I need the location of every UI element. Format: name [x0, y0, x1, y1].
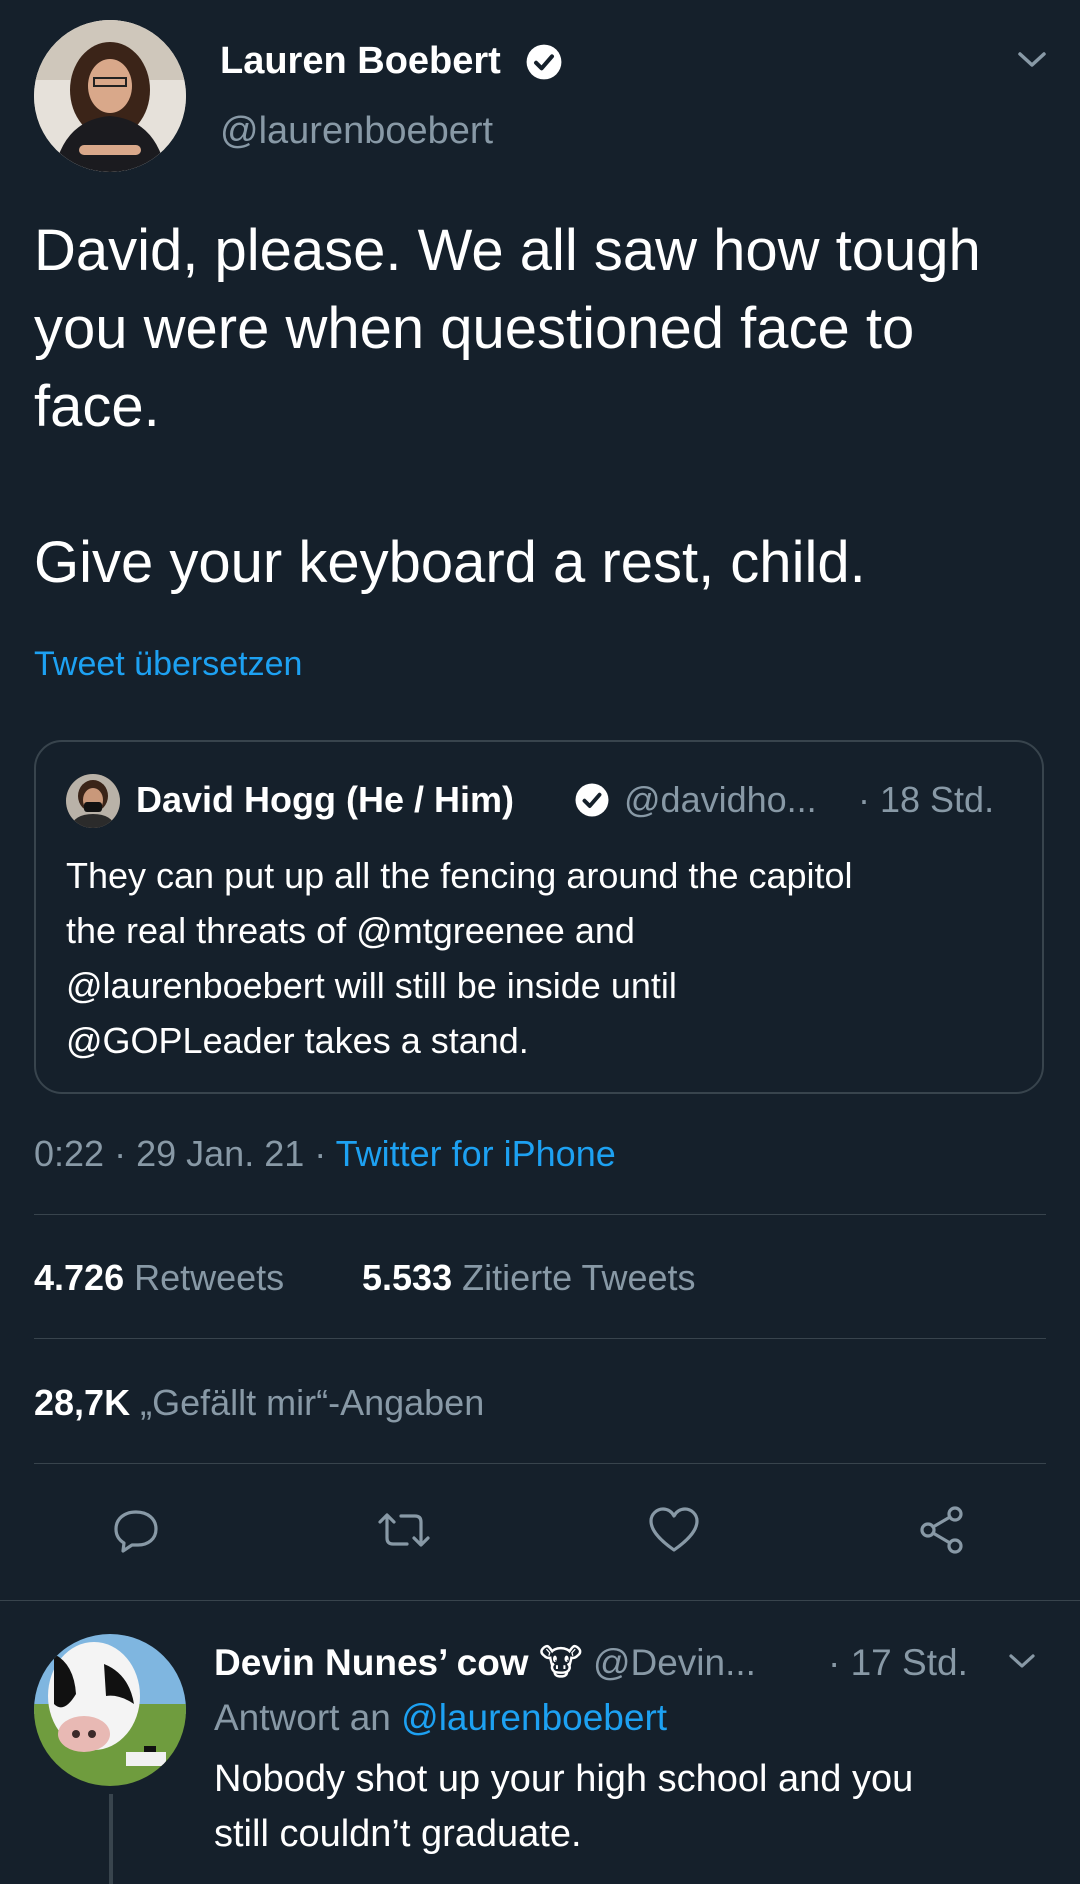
- divider: [34, 1338, 1046, 1339]
- retweets-label: Retweets: [134, 1257, 285, 1298]
- avatar[interactable]: [34, 20, 186, 172]
- separator: ·: [114, 1133, 127, 1174]
- retweet-icon: [374, 1504, 434, 1561]
- divider: [34, 1214, 1046, 1215]
- tweet-text-line: you were when questioned face to: [34, 296, 915, 361]
- retweets-stat[interactable]: 4.726 Retweets: [34, 1256, 284, 1300]
- quoted-text-line: @GOPLeader takes a stand.: [66, 1020, 529, 1061]
- quoted-author-handle[interactable]: @davidho...: [624, 778, 817, 822]
- tweet-timestamp: 0:22 · 29 Jan. 21 · Twitter for iPhone: [34, 1132, 616, 1176]
- retweet-button[interactable]: [372, 1500, 436, 1564]
- reply-author-handle[interactable]: @Devin...: [593, 1642, 756, 1683]
- quoted-tweet-age: · 18 Std.: [858, 779, 995, 820]
- tweet-author-name[interactable]: Lauren Boebert: [220, 38, 501, 84]
- quoted-text-line: They can put up all the fencing around t…: [66, 855, 853, 896]
- tweet-author-handle[interactable]: @laurenboebert: [220, 108, 493, 154]
- replying-to-handle[interactable]: @laurenboebert: [401, 1697, 667, 1738]
- likes-count: 28,7K: [34, 1382, 131, 1423]
- reply-text-line: still couldn’t graduate.: [214, 1813, 582, 1855]
- likes-stat[interactable]: 28,7K „Gefällt mir“-Angaben: [34, 1381, 484, 1425]
- quotes-count: 5.533: [362, 1257, 453, 1298]
- quotes-label: Zitierte Tweets: [462, 1257, 696, 1298]
- separator: ·: [314, 1133, 327, 1174]
- reply-tweet-age: · 17 Std.: [828, 1642, 968, 1683]
- tweet-text-line: Give your keyboard a rest, child.: [34, 530, 866, 595]
- chevron-down-icon[interactable]: [1012, 44, 1052, 74]
- tweet-source-link[interactable]: Twitter for iPhone: [336, 1133, 616, 1174]
- chevron-down-icon[interactable]: [1004, 1648, 1040, 1674]
- quoted-text-line: @laurenboebert will still be inside unti…: [66, 965, 677, 1006]
- heart-icon: [647, 1504, 701, 1561]
- quoted-author-avatar[interactable]: [66, 774, 120, 828]
- reply-icon: [110, 1504, 162, 1561]
- replying-to: Antwort an @laurenboebert: [214, 1695, 667, 1741]
- quoted-author-name[interactable]: David Hogg (He / Him): [136, 778, 514, 822]
- reply-tweet-text: Nobody shot up your high school and you …: [214, 1752, 1054, 1862]
- likes-label: „Gefällt mir“-Angaben: [140, 1382, 485, 1423]
- reply-author-avatar[interactable]: [34, 1634, 186, 1786]
- tweet-text: David, please. We all saw how tough you …: [34, 212, 1054, 602]
- quoted-tweet-text: They can put up all the fencing around t…: [66, 848, 1016, 1068]
- reply-header: Devin Nunes’ cow 🐮 @Devin...: [214, 1640, 756, 1686]
- verified-badge-icon: [525, 43, 563, 81]
- cow-emoji-icon: 🐮: [538, 1642, 583, 1683]
- tweet-date[interactable]: 29 Jan. 21: [136, 1133, 304, 1174]
- retweets-count: 4.726: [34, 1257, 125, 1298]
- quoted-tweet-card[interactable]: David Hogg (He / Him) @davidho... · 18 S…: [34, 740, 1044, 1094]
- tweet-time[interactable]: 0:22: [34, 1133, 104, 1174]
- quoted-text-line: the real threats of @mtgreenee and: [66, 910, 635, 951]
- reply-author-name[interactable]: Devin Nunes’ cow: [214, 1642, 529, 1683]
- tweet-text-line: face.: [34, 374, 160, 439]
- replying-to-label: Antwort an: [214, 1697, 391, 1738]
- verified-badge-icon: [574, 782, 610, 818]
- share-icon: [915, 1503, 969, 1562]
- thread-line: [109, 1794, 113, 1884]
- divider: [0, 1600, 1080, 1601]
- tweet-text-line: David, please. We all saw how tough: [34, 218, 981, 283]
- like-button[interactable]: [642, 1500, 706, 1564]
- divider: [34, 1463, 1046, 1464]
- quote-tweets-stat[interactable]: 5.533 Zitierte Tweets: [362, 1256, 696, 1300]
- translate-tweet-link[interactable]: Tweet übersetzen: [34, 642, 302, 686]
- share-button[interactable]: [910, 1500, 974, 1564]
- reply-text-line: Nobody shot up your high school and you: [214, 1758, 914, 1800]
- reply-button[interactable]: [104, 1500, 168, 1564]
